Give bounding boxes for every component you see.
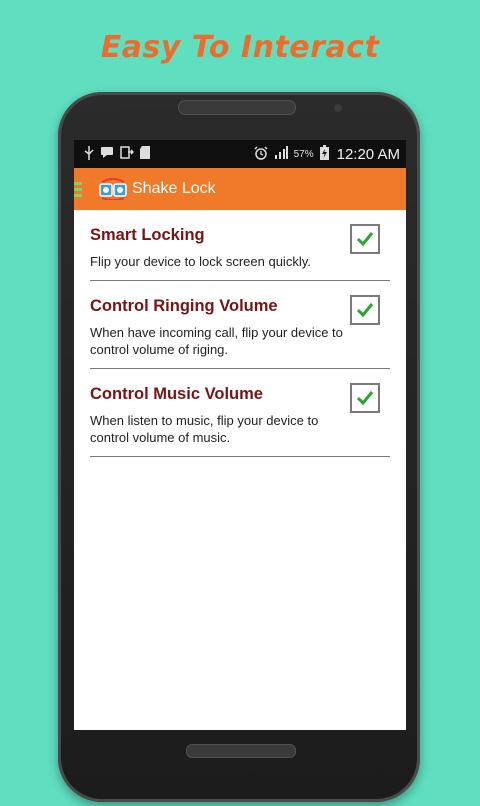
music-volume-checkbox[interactable] — [350, 383, 380, 413]
drawer-menu-icon[interactable] — [74, 181, 82, 197]
usb-icon — [84, 145, 94, 163]
app-title: Shake Lock — [132, 180, 216, 197]
setting-description: When have incoming call, flip your devic… — [90, 325, 343, 357]
check-icon — [356, 232, 374, 247]
shake-lock-app-icon — [98, 178, 128, 201]
setting-title: Control Music Volume — [90, 385, 263, 403]
check-icon — [356, 303, 374, 318]
status-icons-left — [84, 145, 150, 163]
action-bar: Shake Lock — [74, 168, 406, 210]
check-icon — [356, 391, 374, 406]
sdcard-icon — [140, 146, 150, 162]
setting-control-music-volume[interactable]: Control Music Volume When listen to musi… — [90, 369, 390, 457]
setting-title: Smart Locking — [90, 226, 205, 244]
ringing-volume-checkbox[interactable] — [350, 295, 380, 325]
message-icon — [100, 146, 114, 162]
signal-icon — [274, 146, 288, 162]
smart-locking-checkbox[interactable] — [350, 224, 380, 254]
device-screen: 57% 12:20 AM Shake Lock Smart Locking Fl… — [74, 140, 406, 730]
front-camera — [334, 104, 342, 112]
earpiece-speaker — [178, 100, 296, 115]
setting-description: When listen to music, flip your device t… — [90, 413, 319, 445]
bottom-speaker — [186, 744, 296, 758]
settings-list: Smart Locking Flip your device to lock s… — [74, 210, 406, 457]
status-time: 12:20 AM — [336, 145, 400, 163]
battery-icon — [319, 145, 329, 163]
battery-percent: 57% — [293, 148, 314, 160]
status-icons-right: 57% 12:20 AM — [254, 145, 400, 163]
setting-smart-locking[interactable]: Smart Locking Flip your device to lock s… — [90, 210, 390, 281]
promo-headline: Easy To Interact — [100, 30, 380, 65]
setting-title: Control Ringing Volume — [90, 297, 278, 315]
setting-control-ringing-volume[interactable]: Control Ringing Volume When have incomin… — [90, 281, 390, 369]
alarm-icon — [254, 145, 268, 163]
status-bar: 57% 12:20 AM — [74, 140, 406, 168]
setting-description: Flip your device to lock screen quickly. — [90, 254, 311, 269]
download-icon — [120, 146, 135, 162]
